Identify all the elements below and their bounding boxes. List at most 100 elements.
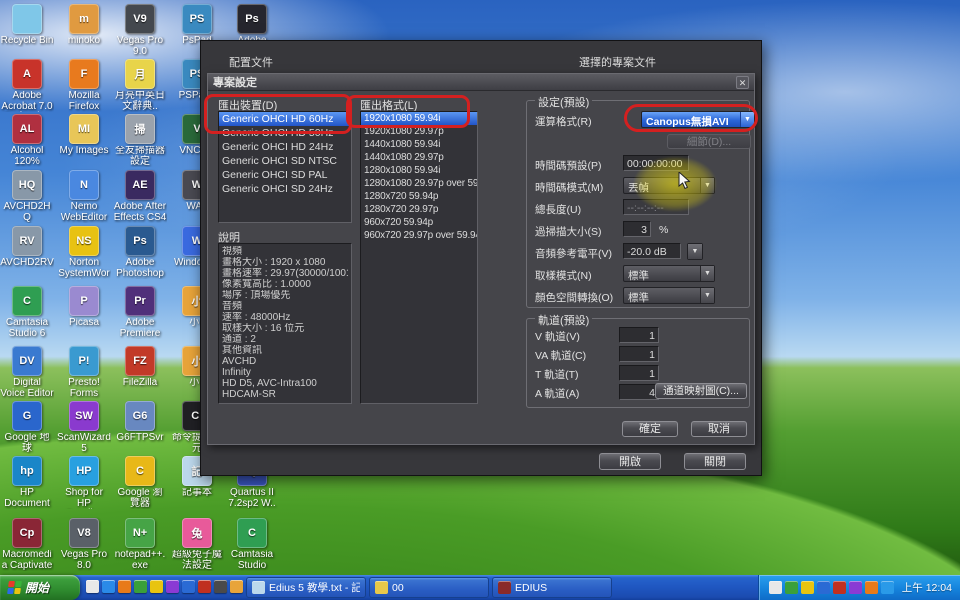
device-list-item[interactable]: Generic OHCI SD NTSC — [219, 154, 351, 168]
quicklaunch-icon[interactable] — [86, 580, 99, 593]
desktop-icon[interactable]: C Camtasia Studio — [225, 518, 279, 571]
start-button[interactable]: 開始 — [0, 575, 80, 600]
desktop-icon[interactable]: V9 Vegas Pro 9.0 — [113, 4, 167, 57]
tray-icon[interactable] — [785, 581, 798, 594]
desktop-icon[interactable]: V8 Vegas Pro 8.0 — [57, 518, 111, 571]
close-icon[interactable] — [736, 76, 749, 89]
settings-group-title: 設定(預設) — [535, 94, 592, 110]
track-count-input[interactable]: 4 — [619, 384, 659, 400]
audio-reference-dropdown[interactable] — [687, 243, 703, 260]
ok-button[interactable]: 確定 — [622, 421, 678, 437]
tray-icon[interactable] — [769, 581, 782, 594]
desktop-icon[interactable]: N+ notepad++.exe — [113, 518, 167, 571]
desktop-icon[interactable]: Ps Adobe Photoshop CS — [113, 226, 167, 279]
desktop-icon[interactable]: A Adobe Acrobat 7.0 Professio.. — [0, 59, 54, 112]
track-count-input[interactable]: 1 — [619, 346, 659, 362]
format-list-item[interactable]: 1280x720 29.97p — [361, 203, 477, 216]
quicklaunch-icon[interactable] — [198, 580, 211, 593]
quicklaunch-icon[interactable] — [134, 580, 147, 593]
format-list-item[interactable]: 1280x1080 59.94i — [361, 164, 477, 177]
desktop-icon[interactable]: MI My Images — [57, 114, 111, 157]
desktop-icon[interactable]: hp HP Document Manager — [0, 456, 54, 509]
desktop-icon[interactable]: RV AVCHD2RV — [0, 226, 54, 269]
channel-map-button[interactable]: 通道映射圖(C)... — [655, 383, 747, 399]
tray-icon[interactable] — [849, 581, 862, 594]
desktop-icon[interactable]: Recycle Bin — [0, 4, 54, 47]
quicklaunch-icon[interactable] — [118, 580, 131, 593]
desktop-icon[interactable]: Cp Macromedia Captivate — [0, 518, 54, 571]
desktop-icon[interactable]: 掃 全友掃描器設定 — [113, 114, 167, 167]
desktop-icon[interactable]: SW ScanWizard 5 — [57, 401, 111, 454]
desktop-icon[interactable]: F Mozilla Firefox — [57, 59, 111, 112]
open-button[interactable]: 開啟 — [599, 453, 661, 470]
format-list-item[interactable]: 960x720 59.94p — [361, 216, 477, 229]
desktop-icon-label: Recycle Bin — [0, 36, 54, 47]
format-list-item[interactable]: 960x720 29.97p over 59.94i — [361, 229, 477, 242]
format-list-item[interactable]: 1280x720 59.94p — [361, 190, 477, 203]
desktop-icon-label: Quartus II 7.2sp2 W.. — [225, 488, 279, 509]
desktop-icon[interactable]: C Google 瀏覽器 — [113, 456, 167, 509]
desktop-icon[interactable]: N Nemo WebEditor 6 — [57, 170, 111, 223]
desktop-icon[interactable]: m minoko — [57, 4, 111, 47]
desktop-icon-label: Google 地球 — [0, 433, 54, 454]
tray-icon[interactable] — [833, 581, 846, 594]
tray-icon[interactable] — [865, 581, 878, 594]
resample-mode-value: 標準 — [624, 266, 700, 281]
desktop-icon-glyph: N+ — [133, 527, 147, 539]
resample-mode-combobox[interactable]: 標準 — [623, 265, 715, 282]
cancel-button[interactable]: 取消 — [691, 421, 747, 437]
tray-icon[interactable] — [817, 581, 830, 594]
desktop-icon-label: 記事本 — [170, 488, 224, 499]
desktop-icon[interactable]: Pr Adobe Premiere P.. — [113, 286, 167, 339]
format-list-item[interactable]: 1440x1080 59.94i — [361, 138, 477, 151]
format-list-item[interactable]: 1440x1080 29.97p — [361, 151, 477, 164]
tray-icon[interactable] — [801, 581, 814, 594]
quicklaunch-icon[interactable] — [182, 580, 195, 593]
desktop-icon-label: 月亮中英日文辭典.. — [113, 91, 167, 112]
quicklaunch-icon[interactable] — [102, 580, 115, 593]
quicklaunch-icon[interactable] — [214, 580, 227, 593]
desktop-icon[interactable]: 兔 超級兔子魔法設定 — [170, 518, 224, 571]
chevron-down-icon[interactable] — [688, 244, 702, 259]
audio-reference-input[interactable]: -20.0 dB — [623, 243, 681, 259]
track-count-input[interactable]: 1 — [619, 365, 659, 381]
desktop-icon[interactable]: HP Shop for HP Supplies — [57, 456, 111, 509]
overscan-input[interactable]: 3 — [623, 221, 651, 237]
chevron-down-icon[interactable] — [700, 266, 714, 281]
track-count-input[interactable]: 1 — [619, 327, 659, 343]
desktop-icon-image: N — [69, 170, 99, 200]
desktop-icon[interactable]: NS Norton SystemWorks — [57, 226, 111, 279]
task-button[interactable]: Edius 5 教學.txt - 記... — [246, 577, 366, 598]
desktop-icon-image: N+ — [125, 518, 155, 548]
quicklaunch-icon[interactable] — [166, 580, 179, 593]
device-list-item[interactable]: Generic OHCI SD 24Hz — [219, 182, 351, 196]
format-listbox[interactable]: 1920x1080 59.94i1920x1080 29.97p1440x108… — [360, 111, 478, 404]
device-list-item[interactable]: Generic OHCI SD PAL — [219, 168, 351, 182]
resample-mode-row: 取樣模式(N) 標準 — [535, 265, 743, 283]
colorspace-combobox[interactable]: 標準 — [623, 287, 715, 304]
desktop-icon[interactable]: C Camtasia Studio 6 — [0, 286, 54, 339]
desktop-icon[interactable]: DV Digital Voice Editor 3 — [0, 346, 54, 399]
task-button[interactable]: EDIUS — [492, 577, 612, 598]
format-list-item[interactable]: 1280x1080 29.97p over 59.94i — [361, 177, 477, 190]
desktop-icon[interactable]: G Google 地球 — [0, 401, 54, 454]
quicklaunch-icon[interactable] — [150, 580, 163, 593]
desktop-icon[interactable]: 月 月亮中英日文辭典.. — [113, 59, 167, 112]
desktop-icon[interactable]: G6 G6FTPSvr — [113, 401, 167, 444]
desktop-icon[interactable]: P! Presto! Forms — [57, 346, 111, 399]
desktop-icon-glyph: C — [23, 295, 31, 307]
desktop-icon[interactable]: AE Adobe After Effects CS4 — [113, 170, 167, 223]
task-button[interactable]: 00 — [369, 577, 489, 598]
desktop-icon[interactable]: P Picasa — [57, 286, 111, 329]
desktop-icon-label: notepad++.exe — [113, 550, 167, 571]
tray-icon[interactable] — [881, 581, 894, 594]
desktop-icon[interactable]: FZ FileZilla — [113, 346, 167, 389]
desktop-icon[interactable]: HQ AVCHD2HQ — [0, 170, 54, 223]
quicklaunch-icon[interactable] — [230, 580, 243, 593]
window-close-button[interactable]: 關閉 — [684, 453, 746, 470]
desktop-icon[interactable]: AL Alcohol 120% — [0, 114, 54, 167]
windows-logo-icon — [7, 581, 22, 594]
chevron-down-icon[interactable] — [700, 288, 714, 303]
device-list-item[interactable]: Generic OHCI HD 24Hz — [219, 140, 351, 154]
desktop-icon-image: PS — [182, 4, 212, 34]
